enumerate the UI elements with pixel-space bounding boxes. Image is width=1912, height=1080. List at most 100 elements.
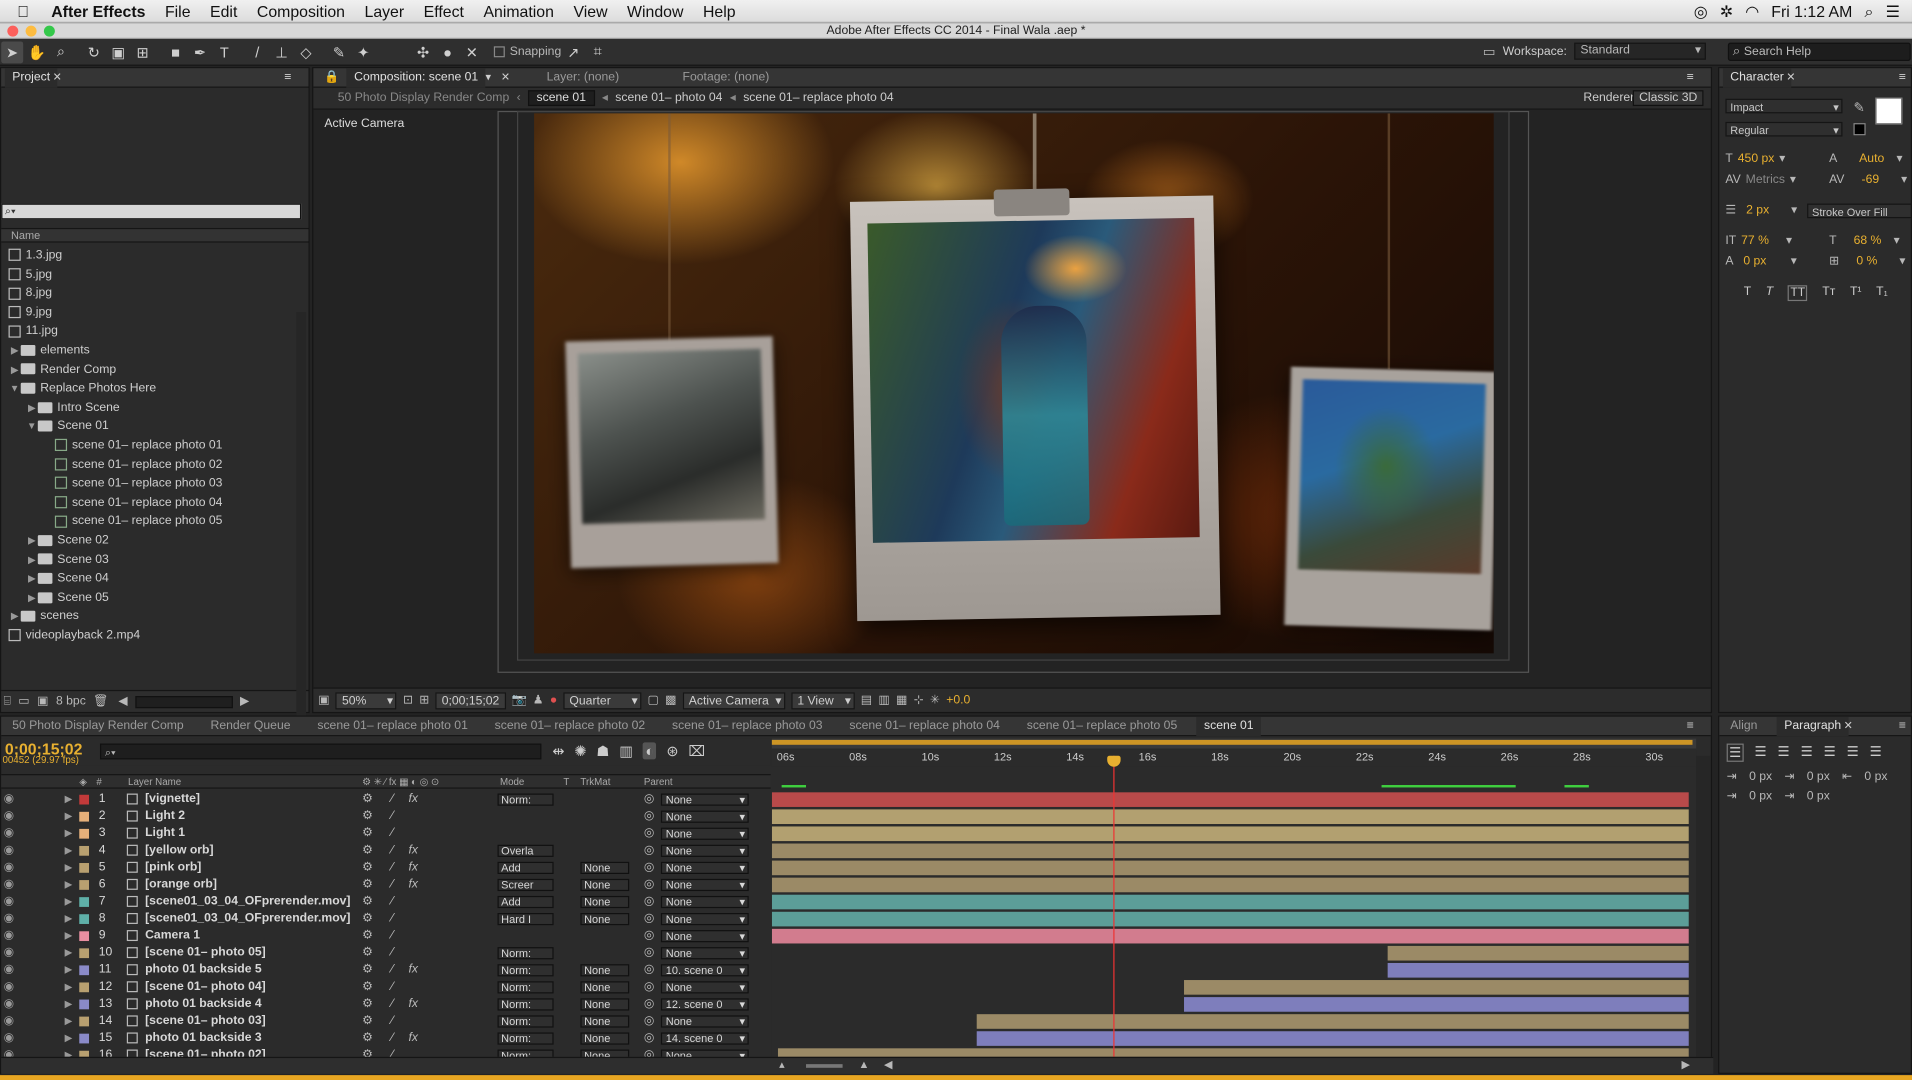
snap-extend-icon[interactable]: ⌗ — [587, 41, 609, 63]
twirl-closed-icon[interactable]: ▶ — [65, 996, 73, 1013]
menu-file[interactable]: File — [155, 0, 200, 23]
new-comp-icon[interactable]: ▣ — [37, 695, 49, 708]
clone-stamp-tool-icon[interactable]: ⊥ — [271, 41, 293, 63]
layer-row[interactable]: ◉ ▶ 1 [vignette] ⚙ ⁄ fx Norm: ◎ None ▾ — [1, 791, 770, 808]
twirl-closed-icon[interactable]: ▶ — [65, 962, 73, 979]
breadcrumb-current[interactable]: scene 01 — [527, 90, 595, 107]
quality-switch-icon[interactable]: ⁄ — [391, 962, 393, 979]
trkmat-dropdown[interactable]: None — [580, 895, 630, 909]
work-area-range[interactable] — [771, 739, 1693, 745]
pickwhip-icon[interactable]: ◎ — [644, 808, 655, 825]
work-area-bar[interactable] — [771, 738, 1697, 749]
timeline-vertical-scrollbar[interactable] — [1696, 755, 1711, 1057]
eye-icon[interactable]: ◉ — [4, 928, 15, 945]
project-name-header[interactable]: Name — [1, 227, 309, 243]
pickwhip-icon[interactable]: ◎ — [644, 928, 655, 945]
label-color-swatch[interactable] — [79, 965, 90, 976]
scroll-left-icon[interactable]: ◀ — [884, 1058, 892, 1071]
zoom-out-icon[interactable]: ▴ — [779, 1058, 785, 1071]
mode-dropdown[interactable]: Norm: — [497, 793, 554, 806]
apple-icon[interactable]:  — [15, 2, 32, 20]
layer-name[interactable]: [scene01_03_04_OFprerender.mov] — [145, 893, 350, 910]
quality-switch-icon[interactable]: ⁄ — [391, 1013, 393, 1030]
label-color-swatch[interactable] — [79, 1033, 90, 1044]
quality-switch-icon[interactable]: ⁄ — [391, 808, 393, 825]
pickwhip-icon[interactable]: ◎ — [644, 945, 655, 962]
layer-duration-bar[interactable] — [771, 877, 1689, 893]
shy-switch-icon[interactable]: ⚙ — [362, 825, 373, 842]
layer-name[interactable]: photo 01 backside 5 — [145, 962, 262, 979]
layer-row[interactable]: ◉ ▶ 13 photo 01 backside 4 ⚙ ⁄ fx Norm: None ◎ 12.… — [1, 996, 770, 1013]
asterisk-icon[interactable]: ✲ — [1720, 2, 1733, 22]
composition-canvas[interactable] — [534, 113, 1494, 654]
camera-view-dropdown[interactable]: Active Camera ▾ — [682, 691, 786, 709]
subscript-icon[interactable]: T₁ — [1876, 285, 1888, 301]
menu-effect[interactable]: Effect — [414, 0, 474, 23]
type-tool-icon[interactable]: T — [213, 41, 235, 63]
quality-switch-icon[interactable]: ⁄ — [391, 979, 393, 996]
project-item[interactable]: scene 01– replace photo 01 — [1, 436, 308, 455]
label-color-swatch[interactable] — [79, 931, 90, 942]
faux-italic-icon[interactable]: T — [1766, 285, 1773, 301]
stroke-mode-dropdown[interactable]: Stroke Over Fill — [1807, 203, 1912, 219]
renderer-button[interactable]: Classic 3D — [1632, 90, 1704, 107]
quality-switch-icon[interactable]: ⁄ — [391, 893, 393, 910]
view-axis-icon[interactable]: ✕ — [461, 41, 483, 63]
chevron-down-icon[interactable]: ▾ — [1786, 234, 1792, 247]
world-axis-icon[interactable]: ● — [437, 41, 459, 63]
list-icon[interactable]: ☰ — [1886, 2, 1900, 22]
project-item[interactable]: 1.3.jpg — [1, 246, 308, 265]
pickwhip-icon[interactable]: ◎ — [644, 1030, 655, 1047]
faux-bold-icon[interactable]: T — [1744, 285, 1751, 301]
layer-name[interactable]: Light 2 — [145, 808, 185, 825]
tsume-value[interactable]: 0 % — [1856, 255, 1877, 268]
parent-dropdown[interactable]: None ▾ — [660, 878, 749, 892]
project-item[interactable]: scene 01– replace photo 02 — [1, 455, 308, 474]
twirl-closed-icon[interactable]: ▶ — [9, 341, 21, 360]
workspace-dropdown[interactable]: Standard ▾ — [1574, 42, 1706, 60]
project-item[interactable]: ▶ Scene 04 — [1, 569, 308, 588]
superscript-icon[interactable]: T¹ — [1850, 285, 1862, 301]
small-caps-icon[interactable]: Tт — [1822, 285, 1835, 301]
layer-duration-bar[interactable] — [771, 826, 1689, 842]
twirl-closed-icon[interactable]: ▶ — [65, 1013, 73, 1030]
layer-row[interactable]: ◉ ▶ 10 [scene 01– photo 05] ⚙ ⁄ Norm: ◎ None ▾ — [1, 945, 770, 962]
eyedropper-icon[interactable]: ✎ — [1853, 100, 1864, 116]
eye-icon[interactable]: ◉ — [4, 842, 15, 859]
font-family-dropdown[interactable]: Impact ▾ — [1725, 98, 1843, 114]
trkmat-dropdown[interactable]: None — [580, 964, 630, 977]
title-safe-icon[interactable]: ⊞ — [419, 694, 429, 707]
label-color-swatch[interactable] — [79, 863, 90, 873]
eye-icon[interactable]: ◉ — [4, 1030, 15, 1047]
quality-switch-icon[interactable]: ⁄ — [391, 911, 393, 928]
scroll-left-icon[interactable]: ◀ — [118, 695, 127, 708]
fx-switch-icon[interactable]: fx — [408, 791, 417, 808]
quality-switch-icon[interactable]: ⁄ — [391, 876, 393, 893]
show-snapshot-icon[interactable]: ♟ — [533, 694, 544, 707]
layer-duration-bar[interactable] — [771, 911, 1689, 927]
pickwhip-icon[interactable]: ◎ — [644, 1013, 655, 1030]
justify-right-icon[interactable]: ☰ — [1847, 744, 1859, 762]
twirl-closed-icon[interactable]: ▶ — [65, 945, 73, 962]
stroke-width-value[interactable]: 2 px — [1746, 204, 1769, 217]
tracking-value[interactable]: -69 — [1862, 173, 1880, 186]
project-item[interactable]: ▶ Scene 03 — [1, 550, 308, 569]
resolution-dropdown[interactable]: Quarter ▾ — [563, 691, 642, 709]
layer-name[interactable]: photo 01 backside 3 — [145, 1030, 262, 1047]
delete-icon[interactable]: 🗑 — [93, 695, 108, 708]
shy-switch-icon[interactable]: ⚙ — [362, 791, 373, 808]
timeline-tab[interactable]: scene 01– replace photo 05 — [1019, 716, 1184, 736]
mode-dropdown[interactable]: Norm: — [497, 1015, 554, 1028]
eye-icon[interactable]: ◉ — [4, 876, 15, 893]
quality-switch-icon[interactable]: ⁄ — [391, 928, 393, 945]
justify-center-icon[interactable]: ☰ — [1824, 744, 1836, 762]
parent-dropdown[interactable]: None ▾ — [660, 947, 749, 960]
eye-icon[interactable]: ◉ — [4, 825, 15, 842]
pickwhip-icon[interactable]: ◎ — [644, 825, 655, 842]
menu-help[interactable]: Help — [693, 0, 745, 23]
project-item[interactable]: ▼ Replace Photos Here — [1, 379, 308, 398]
eye-icon[interactable]: ◉ — [4, 911, 15, 928]
pickwhip-icon[interactable]: ◎ — [644, 996, 655, 1013]
channel-icon[interactable]: ● — [550, 694, 557, 707]
layer-duration-bar[interactable] — [771, 928, 1689, 944]
